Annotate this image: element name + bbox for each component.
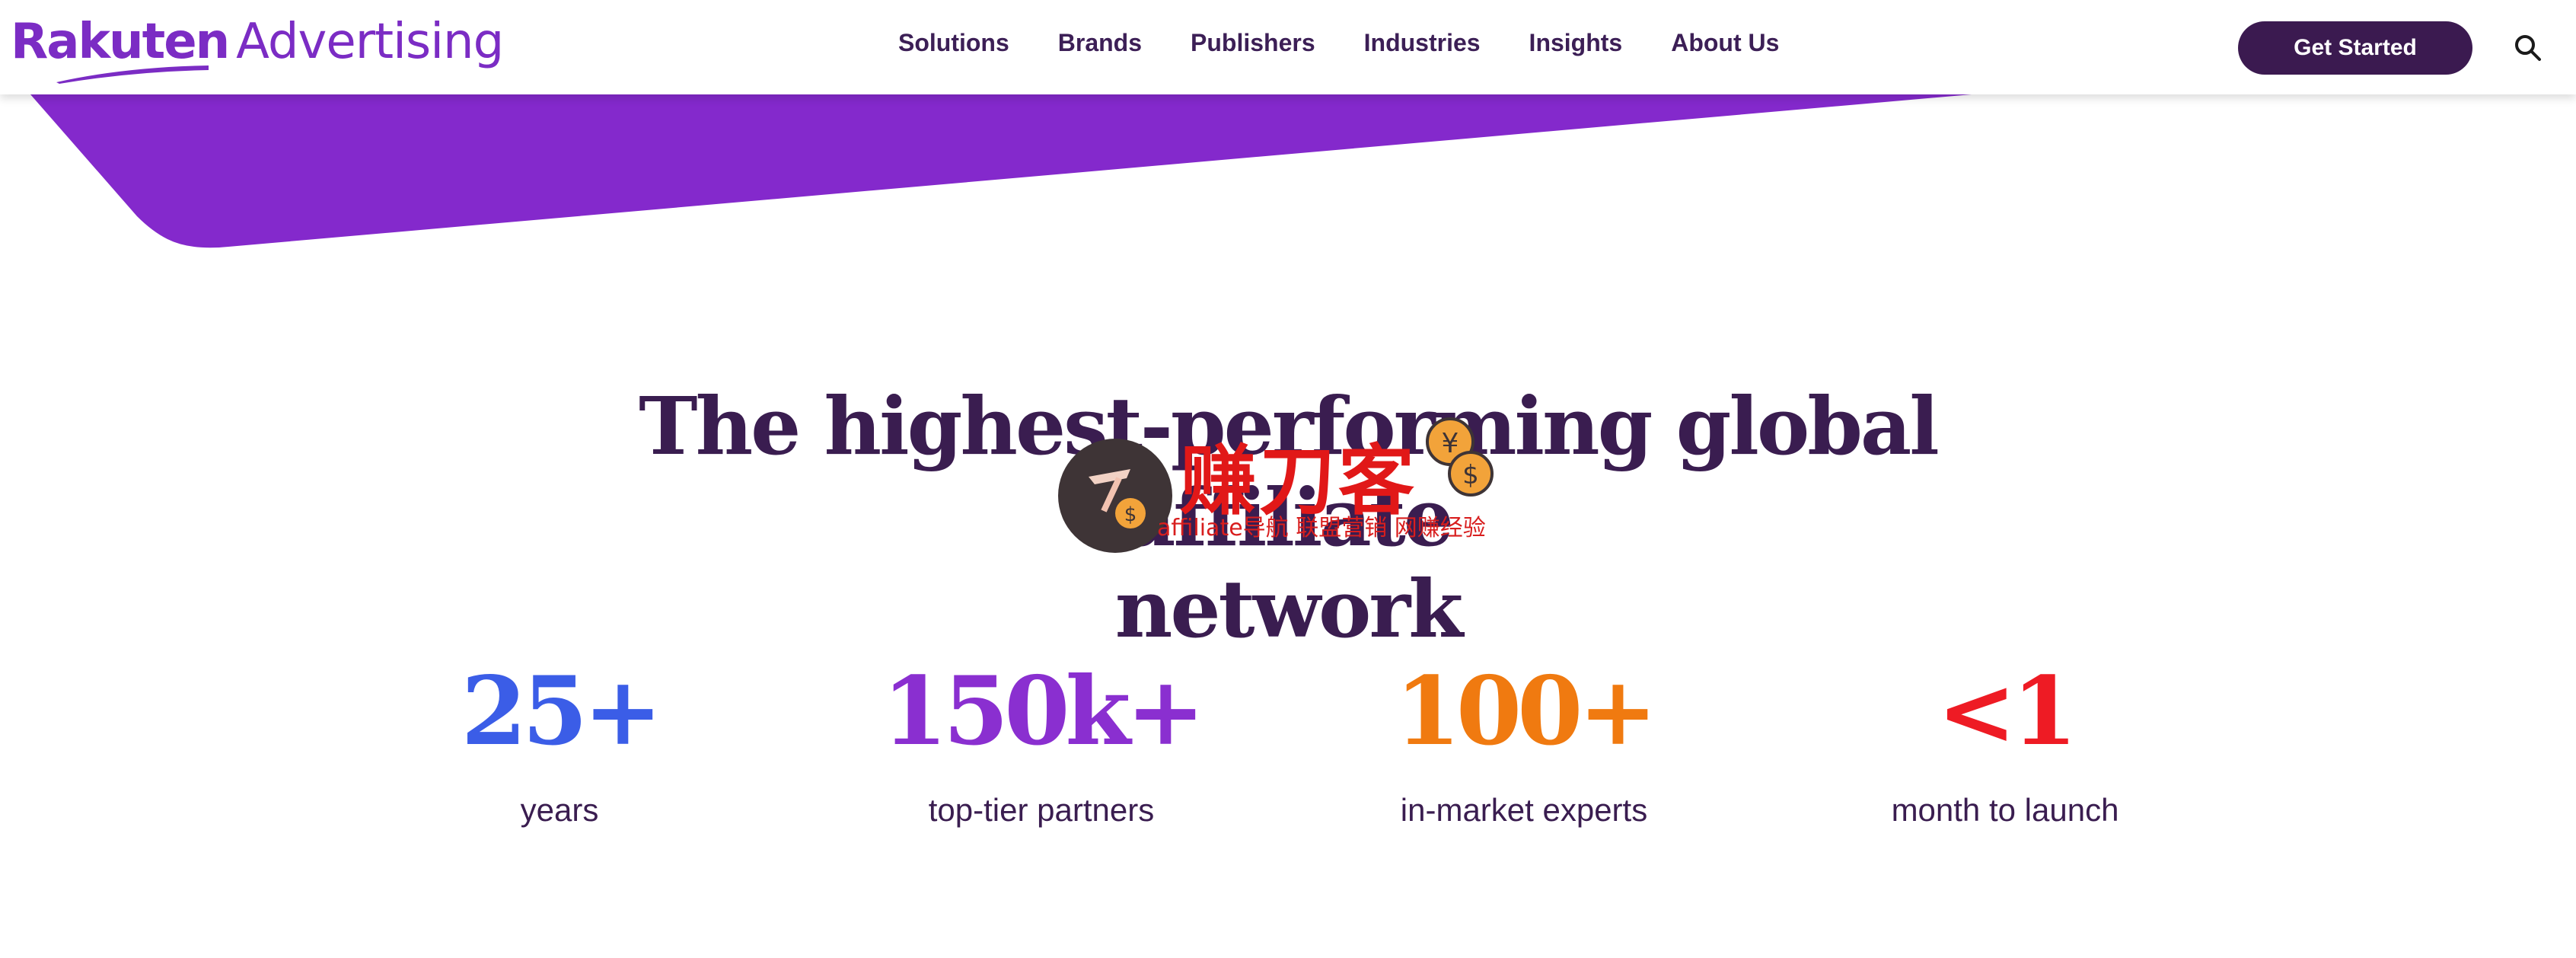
stat-value: 25+ bbox=[461, 656, 662, 767]
stat-label: years bbox=[520, 792, 599, 828]
stat-partners: 150k+ top-tier partners bbox=[798, 655, 1285, 829]
stat-label: in-market experts bbox=[1400, 792, 1648, 828]
stat-launch: <1 month to launch bbox=[1761, 655, 2249, 829]
nav-item-insights[interactable]: Insights bbox=[1529, 29, 1623, 57]
site-header: Rakuten Advertising Solutions Brands Pub… bbox=[0, 0, 2576, 94]
stat-value: 150k+ bbox=[882, 656, 1206, 767]
stat-years: 25+ years bbox=[316, 655, 803, 829]
stat-value: <1 bbox=[1937, 656, 2077, 767]
logo-swoosh bbox=[56, 65, 209, 84]
nav-item-solutions[interactable]: Solutions bbox=[898, 29, 1009, 57]
nav-item-publishers[interactable]: Publishers bbox=[1191, 29, 1315, 57]
watermark-logo-circle: $ bbox=[1058, 439, 1172, 553]
nav-item-brands[interactable]: Brands bbox=[1058, 29, 1142, 57]
rakuten-advertising-logo[interactable]: Rakuten Advertising bbox=[11, 14, 504, 84]
get-started-button[interactable]: Get Started bbox=[2238, 21, 2472, 75]
svg-text:$: $ bbox=[1462, 460, 1479, 490]
pickaxe-coin-icon: $ bbox=[1089, 469, 1146, 528]
watermark-subtitle: affiliate导航 联盟营销 网赚经验 bbox=[1157, 515, 1486, 541]
logo-rakuten-text: Rakuten bbox=[11, 14, 230, 70]
main-nav: Solutions Brands Publishers Industries I… bbox=[898, 29, 1779, 57]
nav-item-about-us[interactable]: About Us bbox=[1671, 29, 1779, 57]
nav-item-industries[interactable]: Industries bbox=[1364, 29, 1481, 57]
stat-label: top-tier partners bbox=[928, 792, 1155, 828]
headline-line-2: network bbox=[1114, 562, 1464, 656]
svg-text:¥: ¥ bbox=[1442, 428, 1459, 459]
logo-advertising-text: Advertising bbox=[236, 14, 504, 70]
hero-banner-shape bbox=[30, 94, 1972, 248]
stat-label: month to launch bbox=[1891, 792, 2119, 828]
svg-text:$: $ bbox=[1124, 503, 1137, 526]
search-icon[interactable] bbox=[2512, 32, 2543, 62]
page: Rakuten Advertising Solutions Brands Pub… bbox=[0, 0, 2576, 958]
coins-icon: ¥ $ bbox=[1426, 417, 1494, 497]
watermark-overlay: $ 赚刀客 affiliate导航 联盟营销 网赚经验 ¥ $ bbox=[1058, 417, 1515, 553]
stat-experts: 100+ in-market experts bbox=[1280, 655, 1768, 829]
stat-value: 100+ bbox=[1395, 656, 1658, 767]
